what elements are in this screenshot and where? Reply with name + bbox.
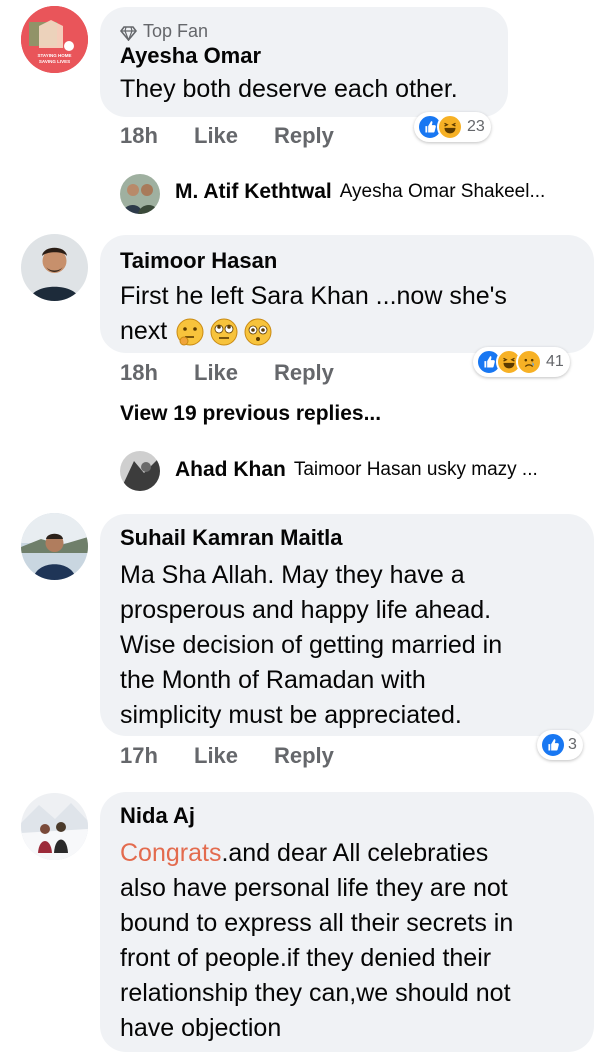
comment-bubble: Suhail Kamran Maitla Ma Sha Allah. May t…: [100, 514, 594, 736]
timestamp: 18h: [120, 123, 158, 148]
comment-text-line: relationship they can,we should not: [120, 979, 511, 1007]
avatar[interactable]: [21, 513, 88, 580]
comment-text-line: also have personal life they are not: [120, 874, 508, 902]
comment-text: Ma Sha Allah. May they have a prosperous…: [120, 558, 574, 733]
like-button[interactable]: Like: [194, 743, 274, 769]
comment-text-line: Ma Sha Allah. May they have a: [120, 561, 465, 589]
avatar-image: [120, 174, 160, 214]
like-button[interactable]: Like: [194, 123, 274, 149]
avatar[interactable]: [21, 234, 88, 301]
svg-text:STAYING HOME: STAYING HOME: [37, 53, 71, 58]
comment-text-rest: .and dear All celebraties: [221, 839, 489, 867]
avatar[interactable]: [21, 793, 88, 860]
comment-text-line: bound to express all their secrets in: [120, 909, 514, 937]
thinking-emoji-icon: [175, 317, 205, 347]
commenter-name[interactable]: Suhail Kamran Maitla: [120, 524, 574, 552]
reaction-summary[interactable]: 3: [537, 730, 583, 760]
comment-text-line-2: next: [120, 314, 574, 349]
eye-roll-emoji-icon: [209, 317, 239, 347]
avatar-image: [21, 793, 88, 860]
avatar-image: [120, 451, 160, 491]
like-reaction-icon: [540, 732, 566, 758]
comment-text-line: First he left Sara Khan ...now she's: [120, 282, 507, 310]
comment-actions: 18h Like Reply: [120, 123, 334, 149]
commenter-name[interactable]: Ayesha Omar: [120, 42, 488, 70]
avatar[interactable]: [120, 174, 160, 214]
reaction-count: 23: [467, 118, 485, 135]
mention-link[interactable]: Congrats: [120, 839, 221, 867]
reply-button[interactable]: Reply: [274, 123, 334, 149]
reaction-count: 41: [546, 353, 564, 370]
comment-text-line: the Month of Ramadan with: [120, 666, 426, 694]
comment-bubble: Top Fan Ayesha Omar They both deserve ea…: [100, 7, 508, 117]
reply-snippet: Taimoor Hasan usky mazy ...: [293, 459, 538, 480]
comment-bubble: Taimoor Hasan First he left Sara Khan ..…: [100, 235, 594, 353]
comment-text: Congrats.and dear All celebraties also h…: [120, 836, 574, 1046]
avatar[interactable]: STAYING HOME SAVING LIVES: [21, 6, 88, 73]
comment-text-line: simplicity must be appreciated.: [120, 701, 462, 729]
comment-text-line: Congrats.and dear All celebraties: [120, 836, 574, 871]
commenter-name[interactable]: Nida Aj: [120, 802, 574, 830]
comment-text-line: have objection: [120, 1014, 282, 1042]
top-fan-badge: Top Fan: [119, 20, 488, 42]
comment-actions: 17h Like Reply: [120, 743, 334, 769]
commenter-name[interactable]: Taimoor Hasan: [120, 247, 574, 275]
reply-author[interactable]: M. Atif Kethtwal: [175, 180, 332, 204]
comment-text: First he left Sara Khan ...now she's nex…: [120, 279, 574, 349]
comment-text-line: Wise decision of getting married in: [120, 631, 503, 659]
reply-button[interactable]: Reply: [274, 743, 334, 769]
reply-preview[interactable]: Ahad Khan Taimoor Hasan usky mazy ...: [175, 458, 538, 482]
reply-author[interactable]: Ahad Khan: [175, 458, 286, 482]
view-previous-replies-link[interactable]: View 19 previous replies...: [120, 402, 381, 426]
reaction-count: 3: [568, 736, 577, 753]
timestamp: 18h: [120, 360, 158, 385]
timestamp: 17h: [120, 743, 158, 768]
avatar-image: [21, 234, 88, 301]
reaction-summary[interactable]: 41: [473, 347, 570, 377]
reply-preview[interactable]: M. Atif Kethtwal Ayesha Omar Shakeel...: [175, 180, 545, 204]
avatar[interactable]: [120, 451, 160, 491]
avatar-image: STAYING HOME SAVING LIVES: [21, 6, 88, 73]
reaction-summary[interactable]: 23: [414, 112, 491, 142]
comment-actions: 18h Like Reply: [120, 360, 334, 386]
sad-reaction-icon: [516, 349, 542, 375]
comment-text: They both deserve each other.: [120, 75, 458, 103]
reply-snippet: Ayesha Omar Shakeel...: [339, 181, 546, 202]
top-fan-label: Top Fan: [143, 21, 209, 41]
comment-text-line: prosperous and happy life ahead.: [120, 596, 492, 624]
comment-text-line: front of people.if they denied their: [120, 944, 492, 972]
like-button[interactable]: Like: [194, 360, 274, 386]
svg-text:SAVING LIVES: SAVING LIVES: [39, 59, 70, 64]
haha-reaction-icon: [437, 114, 463, 140]
avatar-image: [21, 513, 88, 580]
reply-button[interactable]: Reply: [274, 360, 334, 386]
comment-bubble: Nida Aj Congrats.and dear All celebratie…: [100, 792, 594, 1052]
flushed-emoji-icon: [243, 317, 273, 347]
comment-text-tail: next: [120, 317, 168, 345]
diamond-icon: [119, 24, 138, 42]
